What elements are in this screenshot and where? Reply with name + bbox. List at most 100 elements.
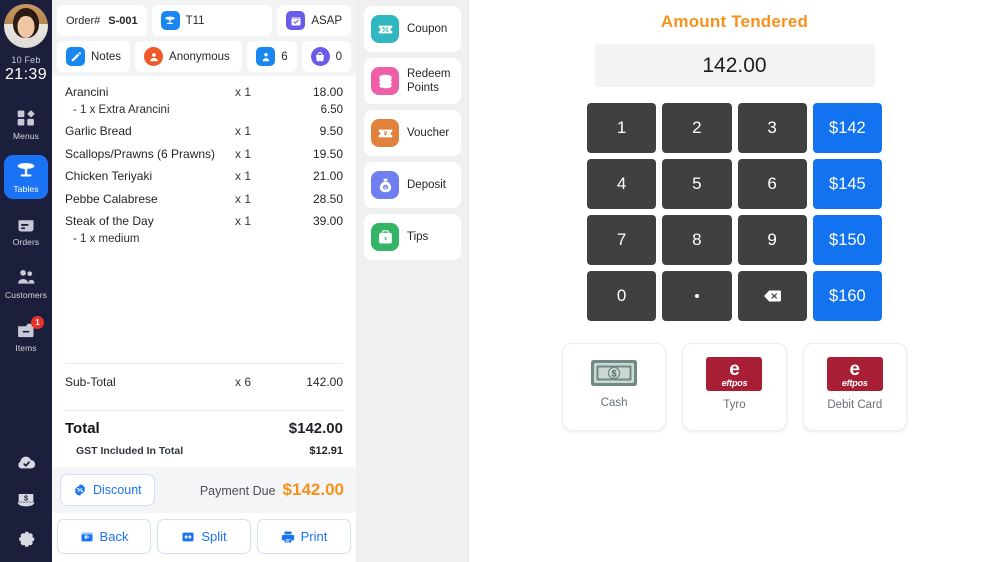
print-button[interactable]: Print	[257, 519, 351, 554]
subtotal-row: Sub-Total x 6 142.00	[65, 364, 343, 399]
sidebar-item-label: Orders	[12, 237, 40, 247]
item-price: 28.50	[312, 191, 343, 206]
sidebar-nav: Menus Tables Orders Customers 1 Items	[0, 102, 52, 367]
key-backspace[interactable]	[737, 271, 807, 321]
receipt-icon	[15, 214, 37, 234]
sidebar-item-menus[interactable]: Menus	[4, 102, 48, 146]
item-name: Chicken Teriyaki	[65, 169, 153, 183]
subtotal-price: 142.00	[306, 375, 343, 389]
bag-chip-label: 0	[335, 50, 342, 63]
table-icon	[160, 11, 180, 30]
pos-app: 10 Feb 21:39 Menus Tables Orders Custome…	[0, 0, 1000, 562]
avatar[interactable]	[4, 4, 48, 48]
back-label: Back	[99, 529, 129, 544]
key-5[interactable]: 5	[662, 159, 732, 209]
chip-row-2: Notes Anonymous 6 0	[57, 41, 351, 72]
person-icon	[144, 47, 164, 66]
order-line-item[interactable]: Chicken Teriyaki x 1 21.00	[65, 161, 343, 183]
sidebar-item-label: Tables	[13, 184, 39, 194]
sidebar-item-label: Items	[15, 343, 37, 353]
discount-button[interactable]: Discount	[60, 474, 155, 506]
table-chip[interactable]: T11	[151, 5, 273, 36]
quick-amount-150[interactable]: $150	[812, 215, 882, 265]
order-action-buttons: Back Split Print	[52, 513, 356, 562]
item-name: Scallops/Prawns (6 Prawns)	[65, 146, 216, 161]
payment-method-debit-card[interactable]: e eftpos Debit Card	[802, 343, 907, 431]
cash-label: Cash	[600, 397, 628, 409]
quick-amount-145[interactable]: $145	[812, 159, 882, 209]
tips-label: Tips	[407, 230, 429, 243]
deposit-button[interactable]: $ Deposit	[364, 162, 461, 208]
coupon-button[interactable]: Coupon	[364, 6, 461, 52]
sidebar-item-tables[interactable]: Tables	[4, 155, 48, 199]
eftpos-logo: e eftpos	[826, 357, 883, 391]
tips-button[interactable]: $ Tips	[364, 214, 461, 260]
payment-method-tyro[interactable]: e eftpos Tyro	[682, 343, 787, 431]
subtotal-label: Sub-Total	[65, 375, 116, 389]
split-icon	[182, 532, 194, 541]
quick-amount-142[interactable]: $142	[812, 103, 882, 153]
order-line-item[interactable]: Steak of the Day x 1 39.00	[65, 206, 343, 228]
split-button[interactable]: Split	[157, 519, 251, 554]
sidebar-item-orders[interactable]: Orders	[4, 208, 48, 252]
key-7[interactable]: 7	[587, 215, 657, 265]
payment-due-group: Payment Due $142.00	[200, 480, 348, 500]
tips-icon: $	[371, 223, 399, 251]
bag-chip[interactable]: 0	[301, 41, 351, 72]
order-number-value: S-001	[108, 14, 138, 27]
item-name: Arancini	[65, 84, 109, 99]
key-4[interactable]: 4	[587, 159, 657, 209]
voucher-button[interactable]: ¥ Voucher	[364, 110, 461, 156]
sidebar-item-label: Customers	[5, 290, 47, 300]
cloud-check-icon[interactable]	[15, 451, 37, 473]
guests-chip-label: 6	[281, 50, 288, 63]
redeem-points-label: Redeem Points	[407, 67, 451, 94]
order-number-chip[interactable]: Order# S-001	[57, 5, 147, 36]
item-name: Garlic Bread	[65, 124, 132, 138]
guests-chip[interactable]: 6	[247, 41, 297, 72]
notes-chip[interactable]: Notes	[57, 41, 131, 72]
payment-method-cash[interactable]: $ Cash	[562, 343, 667, 431]
order-line-item[interactable]: Scallops/Prawns (6 Prawns) x 1 19.50	[65, 138, 343, 161]
notes-chip-label: Notes	[91, 50, 122, 63]
sidebar-item-customers[interactable]: Customers	[4, 261, 48, 305]
gst-label: GST Included In Total	[76, 445, 184, 457]
back-button[interactable]: Back	[57, 519, 151, 554]
key-6[interactable]: 6	[737, 159, 807, 209]
item-price: 9.50	[319, 124, 343, 138]
order-items-list[interactable]: Arancini x 1 18.00 - 1 x Extra Arancini …	[52, 76, 356, 352]
item-price: 39.00	[312, 214, 343, 228]
item-price: 21.00	[312, 169, 343, 183]
key-1[interactable]: 1	[587, 103, 657, 153]
order-line-item[interactable]: Pebbe Calabrese x 1 28.50	[65, 183, 343, 206]
key-3[interactable]: 3	[737, 103, 807, 153]
cash-drawer-icon[interactable]: $	[15, 489, 37, 511]
chip-row-1: Order# S-001 T11 ASAP	[57, 5, 351, 36]
gear-icon[interactable]	[15, 527, 37, 549]
svg-text:¥: ¥	[383, 130, 387, 137]
action-column: Coupon Redeem Points ¥ Voucher $ Deposit…	[357, 0, 469, 562]
quick-amount-160[interactable]: $160	[812, 271, 882, 321]
decimal-dot-icon	[694, 294, 699, 298]
customer-chip[interactable]: Anonymous	[135, 41, 243, 72]
voucher-label: Voucher	[407, 126, 450, 139]
item-qty: x 1	[235, 169, 252, 183]
key-0[interactable]: 0	[587, 271, 657, 321]
asap-chip[interactable]: ASAP	[277, 5, 351, 36]
order-line-item[interactable]: Garlic Bread x 1 9.50	[65, 116, 343, 138]
item-qty: x 1	[235, 124, 252, 138]
numeric-keypad: 1 2 3 $142 4 5 6 $145 7 8 9 $150 0 $160	[587, 103, 882, 321]
amount-tendered-display[interactable]: 142.00	[594, 44, 875, 87]
key-9[interactable]: 9	[737, 215, 807, 265]
order-line-modifier: - 1 x medium	[65, 228, 343, 245]
key-2[interactable]: 2	[662, 103, 732, 153]
item-name: Pebbe Calabrese	[65, 191, 158, 206]
key-decimal[interactable]	[662, 271, 732, 321]
order-line-item[interactable]: Arancini x 1 18.00	[65, 76, 343, 99]
key-8[interactable]: 8	[662, 215, 732, 265]
redeem-points-button[interactable]: Redeem Points	[364, 58, 461, 104]
item-qty: x 1	[235, 84, 252, 99]
item-qty: x 1	[235, 214, 252, 228]
eftpos-logo: e eftpos	[706, 357, 763, 391]
sidebar-item-items[interactable]: 1 Items	[4, 314, 48, 358]
